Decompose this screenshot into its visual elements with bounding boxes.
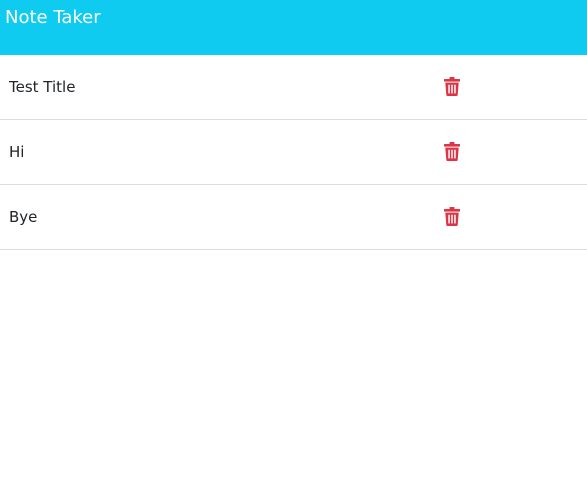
note-list: Test Title Hi Bye xyxy=(0,55,587,250)
app-title[interactable]: Note Taker xyxy=(5,6,101,30)
delete-note-button[interactable] xyxy=(440,139,464,163)
note-title: Test Title xyxy=(9,78,76,96)
trash-icon xyxy=(444,141,460,161)
list-item[interactable]: Bye xyxy=(0,185,587,250)
note-title: Bye xyxy=(9,208,38,226)
trash-icon xyxy=(444,76,460,96)
navbar: Note Taker xyxy=(0,0,587,55)
list-item[interactable]: Test Title xyxy=(0,55,587,120)
delete-note-button[interactable] xyxy=(440,74,464,98)
note-title: Hi xyxy=(9,143,25,161)
list-item[interactable]: Hi xyxy=(0,120,587,185)
trash-icon xyxy=(444,206,460,226)
delete-note-button[interactable] xyxy=(440,204,464,228)
